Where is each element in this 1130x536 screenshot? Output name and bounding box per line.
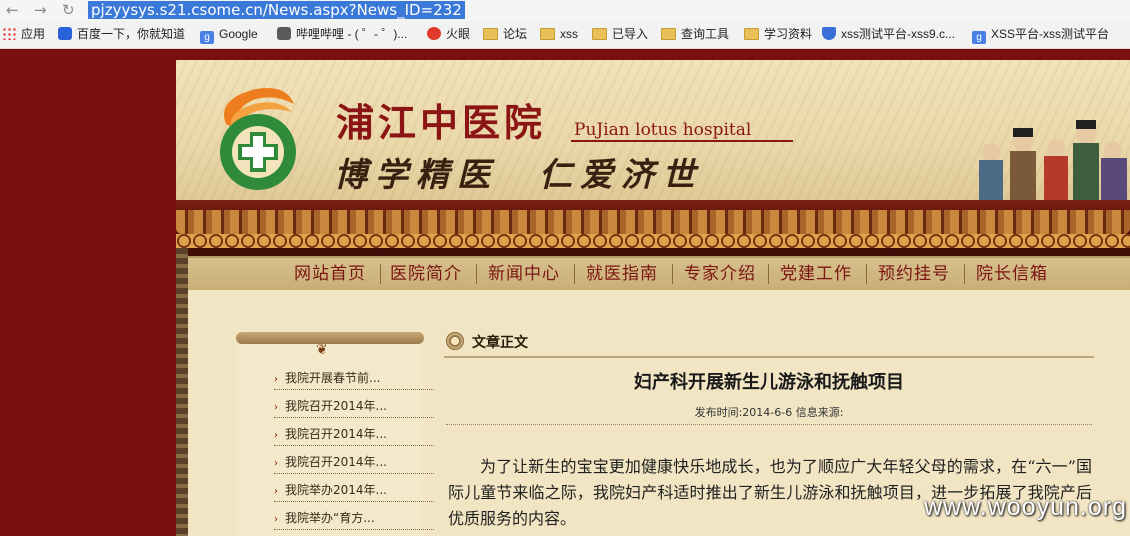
back-icon[interactable]: ← (6, 1, 19, 19)
roof-tile-ends (176, 234, 1130, 248)
site-name: 浦江中医院 (336, 100, 547, 145)
sidebar-news-item[interactable]: › 我院召开2014年... (274, 423, 434, 446)
fireeye-icon (427, 27, 441, 40)
left-frame-border (176, 248, 188, 536)
sidebar-news-item[interactable]: › 我院召开2014年... (274, 451, 434, 474)
site-banner: 浦江中医院 PuJian lotus hospital 博学精医 仁爱济世 (176, 60, 1130, 200)
nav-divider (768, 264, 769, 284)
bookmark-folder-imported[interactable]: 已导入 (592, 26, 648, 43)
bullet-icon: › (274, 374, 278, 385)
bilibili-icon (277, 27, 291, 40)
reload-icon[interactable]: ↻ (62, 1, 75, 19)
site-name-english: PuJian lotus hospital (574, 120, 752, 140)
bookmark-bilibili[interactable]: 哔哩哔哩 - ( ゜- ゜)... (277, 26, 407, 43)
folder-icon (592, 28, 607, 40)
google-icon: g (972, 31, 986, 44)
folder-icon (661, 28, 676, 40)
bullet-icon: › (274, 486, 278, 497)
nav-appointment[interactable]: 预约挂号 (878, 262, 950, 286)
bookmark-folder-study[interactable]: 学习资料 (744, 26, 812, 43)
bookmark-google[interactable]: g Google (200, 26, 258, 44)
folder-icon (540, 28, 555, 40)
roof-tiles (176, 210, 1130, 234)
article-title: 妇产科开展新生儿游泳和抚触项目 (634, 372, 904, 393)
sidebar-news-item[interactable]: › 我院召开2014年... (274, 395, 434, 418)
bookmark-xss-platform[interactable]: g XSS平台-xss测试平台 (972, 26, 1109, 44)
bullet-icon: › (274, 514, 278, 525)
apps-grid-icon (2, 27, 16, 40)
nav-guide[interactable]: 就医指南 (586, 262, 658, 286)
hospital-logo-icon (220, 88, 296, 190)
nav-divider (672, 264, 673, 284)
google-icon: g (200, 31, 214, 44)
bookmark-fireeye[interactable]: 火眼 (427, 26, 470, 43)
bookmark-folder-xss[interactable]: xss (540, 26, 578, 43)
sidebar-news-item[interactable]: › 我院举办“育方... (274, 507, 434, 530)
bookmark-folder-tools[interactable]: 查询工具 (661, 26, 729, 43)
bookmark-folder-forum[interactable]: 论坛 (483, 26, 527, 43)
scroll-ornament-top (236, 332, 424, 344)
sidebar-news-item[interactable]: › 我院开展春节前... (274, 367, 434, 390)
bookmark-xss9[interactable]: xss测试平台-xss9.c... (822, 26, 955, 43)
folder-icon (744, 28, 759, 40)
ornament-icon: ❦ (316, 342, 328, 358)
nav-divider (476, 264, 477, 284)
nav-home[interactable]: 网站首页 (294, 262, 366, 286)
nav-experts[interactable]: 专家介绍 (684, 262, 756, 286)
article-meta: 发布时间:2014-6-6 信息来源: (694, 406, 844, 419)
article-section-title: 文章正文 (472, 335, 528, 351)
nav-mailbox[interactable]: 院长信箱 (976, 262, 1048, 286)
url-input[interactable]: pjzyysys.s21.csome.cn/News.aspx?News_ID=… (88, 1, 465, 19)
ancient-physicians-illustration (979, 120, 1127, 200)
bookmarks-bar: 应用 百度一下，你就知道 g Google 哔哩哔哩 - ( ゜- ゜)... 火… (0, 21, 1130, 49)
sidebar-news-item[interactable]: › 我院举办2014年... (274, 479, 434, 502)
address-bar: ← → ↻ pjzyysys.s21.csome.cn/News.aspx?Ne… (0, 0, 1130, 22)
nav-party[interactable]: 党建工作 (780, 262, 852, 286)
nav-about[interactable]: 医院简介 (390, 262, 462, 286)
nav-divider (574, 264, 575, 284)
title-underline (571, 140, 793, 142)
article-section-header: 文章正文 (444, 328, 1094, 358)
bookmark-baidu[interactable]: 百度一下，你就知道 (58, 26, 185, 43)
bullet-icon: › (274, 402, 278, 413)
nav-divider (380, 264, 381, 284)
forward-icon[interactable]: → (34, 1, 47, 19)
article-divider (446, 424, 1092, 425)
section-medallion-icon (446, 332, 464, 350)
bullet-icon: › (274, 430, 278, 441)
nav-news[interactable]: 新闻中心 (488, 262, 560, 286)
baidu-paw-icon (58, 27, 72, 40)
bookmark-apps[interactable]: 应用 (2, 26, 45, 43)
main-nav: 网站首页 医院简介 新闻中心 就医指南 专家介绍 党建工作 预约挂号 院长信箱 (176, 256, 1130, 292)
bullet-icon: › (274, 458, 278, 469)
watermark: www.wooyun.org (924, 493, 1127, 521)
nav-divider (866, 264, 867, 284)
shield-icon (822, 27, 836, 40)
nav-divider (964, 264, 965, 284)
site-slogan: 博学精医 仁爱济世 (334, 155, 703, 194)
folder-icon (483, 28, 498, 40)
